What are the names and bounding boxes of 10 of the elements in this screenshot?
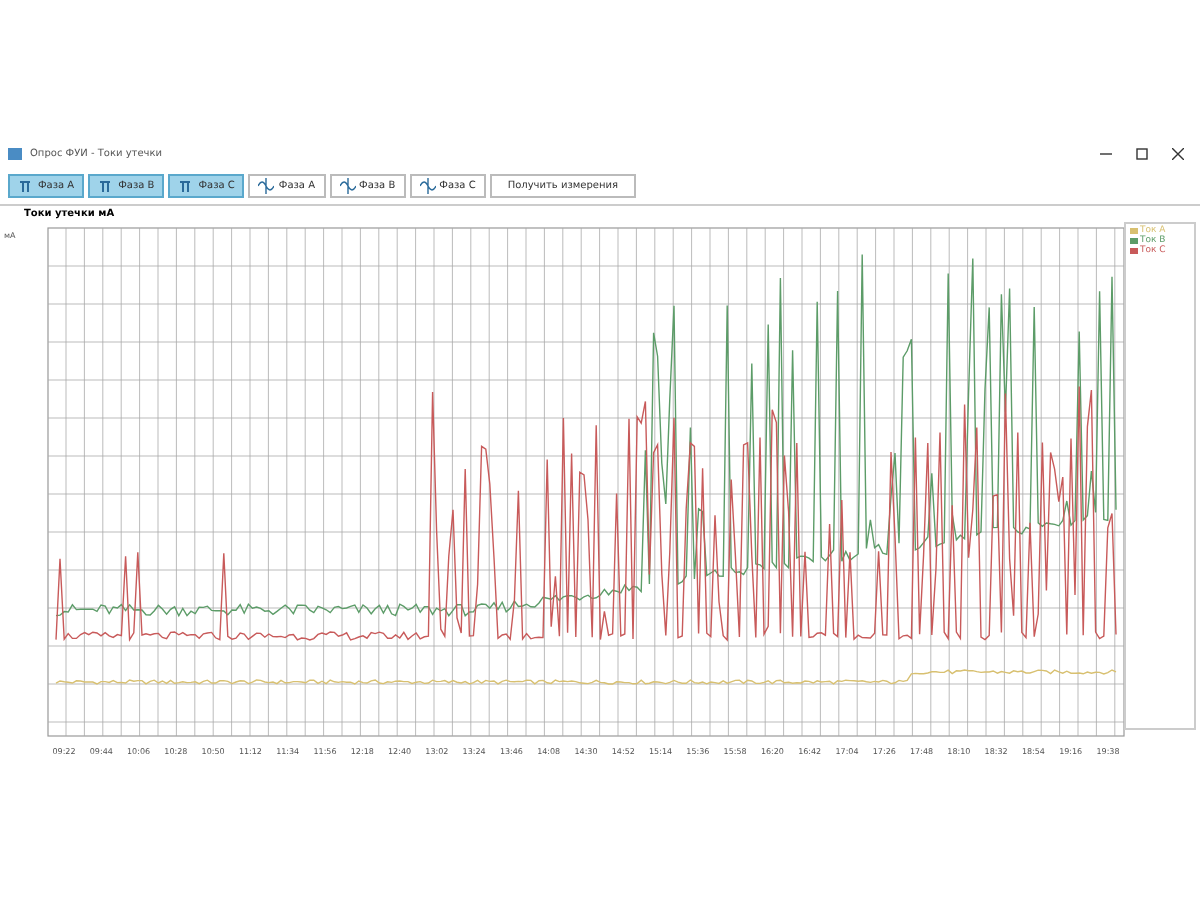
wave-icon	[419, 178, 436, 194]
app-icon	[8, 148, 22, 160]
pi-icon	[98, 178, 115, 194]
close-icon	[1172, 148, 1184, 160]
maximize-icon	[1136, 148, 1148, 160]
pi-icon	[178, 178, 195, 194]
wave-icon	[258, 178, 275, 194]
wave-icon	[339, 178, 356, 194]
minimize-icon	[1100, 148, 1112, 160]
pi-icon	[18, 178, 34, 194]
